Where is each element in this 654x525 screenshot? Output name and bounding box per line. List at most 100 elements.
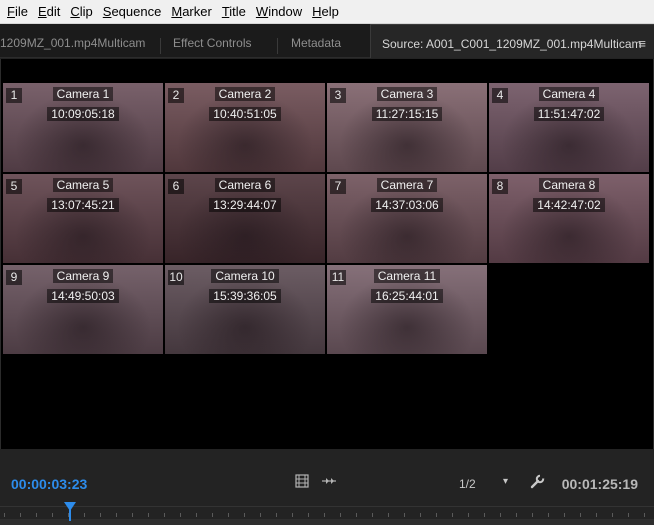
multicam-grid: 1 Camera 1 10:09:05:18 2 Camera 2 10:40:51:05… xyxy=(3,83,649,357)
camera-name: Camera 1 xyxy=(3,87,163,102)
panel-menu-icon[interactable]: ≡ xyxy=(638,24,646,64)
camera-angle-11[interactable]: 11 Camera 11 16:25:44:01 xyxy=(327,265,487,354)
ruler-tick xyxy=(484,513,485,517)
menu-file-label: ile xyxy=(14,3,28,19)
menu-bar: File Edit Clip Sequence Marker Title Win… xyxy=(0,0,654,24)
ruler-tick xyxy=(212,513,213,517)
ruler-tick xyxy=(420,513,421,517)
menu-marker-label: arker xyxy=(182,3,212,19)
camera-angle-10[interactable]: 10 Camera 10 15:39:36:05 xyxy=(165,265,325,354)
camera-timecode-text: 11:27:15:15 xyxy=(371,107,443,121)
ruler-tick xyxy=(516,513,517,517)
camera-timecode: 14:37:03:06 xyxy=(327,198,487,213)
camera-name-text: Camera 8 xyxy=(538,178,600,192)
ruler-tick xyxy=(228,513,229,517)
menu-sequence[interactable]: Sequence xyxy=(98,0,167,24)
ruler-tick xyxy=(596,513,597,517)
camera-timecode-text: 10:09:05:18 xyxy=(47,107,119,121)
playback-resolution-select[interactable]: 1/2 xyxy=(459,477,476,491)
camera-angle-6[interactable]: 6 Camera 6 13:29:44:07 xyxy=(165,174,325,263)
playhead-timecode[interactable]: 00:00:03:23 xyxy=(11,476,87,492)
camera-name-text: Camera 6 xyxy=(214,178,276,192)
ruler-tick xyxy=(580,513,581,517)
menu-clip-accel: C xyxy=(70,3,80,19)
camera-angle-4[interactable]: 4 Camera 4 11:51:47:02 xyxy=(489,83,649,172)
ruler-tick xyxy=(340,513,341,517)
camera-name: Camera 2 xyxy=(165,87,325,102)
ruler-tick xyxy=(20,513,21,517)
tab-metadata[interactable]: Metadata xyxy=(291,24,351,58)
playhead-line xyxy=(69,509,71,521)
menu-help[interactable]: Help xyxy=(307,0,344,24)
menu-window-accel: W xyxy=(255,3,269,19)
ruler-tick xyxy=(4,513,5,517)
camera-timecode-text: 13:29:44:07 xyxy=(209,198,281,212)
camera-name-text: Camera 11 xyxy=(373,269,441,283)
menu-clip-label: lip xyxy=(79,3,93,19)
tab-separator xyxy=(160,38,161,54)
camera-timecode: 13:29:44:07 xyxy=(165,198,325,213)
menu-marker[interactable]: Marker xyxy=(166,0,216,24)
camera-timecode-text: 10:40:51:05 xyxy=(209,107,281,121)
menu-window[interactable]: Window xyxy=(251,0,307,24)
camera-angle-5[interactable]: 5 Camera 5 13:07:45:21 xyxy=(3,174,163,263)
camera-angle-7[interactable]: 7 Camera 7 14:37:03:06 xyxy=(327,174,487,263)
camera-angle-8[interactable]: 8 Camera 8 14:42:47:02 xyxy=(489,174,649,263)
menu-file-accel: F xyxy=(7,3,15,19)
camera-timecode-text: 14:49:50:03 xyxy=(47,289,119,303)
camera-name: Camera 7 xyxy=(327,178,487,193)
menu-title[interactable]: Title xyxy=(217,0,251,24)
menu-window-label: indow xyxy=(268,3,303,19)
camera-timecode: 11:51:47:02 xyxy=(489,107,649,122)
menu-file[interactable]: File xyxy=(2,0,33,24)
menu-marker-accel: M xyxy=(171,3,183,19)
ruler-tick xyxy=(116,513,117,517)
camera-angle-2[interactable]: 2 Camera 2 10:40:51:05 xyxy=(165,83,325,172)
tab-source-monitor[interactable]: Source: A001_C001_1209MZ_001.mp4Multicam xyxy=(370,24,654,58)
tab-multicam-sequence[interactable]: 1209MZ_001.mp4Multicam xyxy=(0,24,148,58)
wrench-icon[interactable] xyxy=(528,474,546,492)
film-strip-icon[interactable] xyxy=(293,474,311,492)
tab-effect-controls[interactable]: Effect Controls xyxy=(173,24,263,58)
ruler-tick xyxy=(324,513,325,517)
camera-name: Camera 11 xyxy=(327,269,487,284)
camera-timecode: 15:39:36:05 xyxy=(165,289,325,304)
ruler-tick xyxy=(132,513,133,517)
camera-name: Camera 6 xyxy=(165,178,325,193)
camera-name: Camera 3 xyxy=(327,87,487,102)
camera-timecode-text: 16:25:44:01 xyxy=(371,289,443,303)
camera-timecode: 16:25:44:01 xyxy=(327,289,487,304)
menu-edit-label: dit xyxy=(46,3,61,19)
camera-timecode-text: 13:07:45:21 xyxy=(47,198,119,212)
camera-name-text: Camera 3 xyxy=(376,87,438,101)
camera-angle-9[interactable]: 9 Camera 9 14:49:50:03 xyxy=(3,265,163,354)
play-markers-icon[interactable] xyxy=(320,474,338,492)
camera-angle-3[interactable]: 3 Camera 3 11:27:15:15 xyxy=(327,83,487,172)
ruler-tick xyxy=(356,513,357,517)
ruler-tick xyxy=(468,513,469,517)
source-monitor-viewer[interactable]: 1 Camera 1 10:09:05:18 2 Camera 2 10:40:51:05… xyxy=(0,59,654,449)
ruler-tick xyxy=(532,513,533,517)
menu-help-accel: H xyxy=(312,3,322,19)
chevron-down-icon[interactable]: ▾ xyxy=(503,476,508,487)
menu-edit[interactable]: Edit xyxy=(33,0,65,24)
menu-sequence-label: equence xyxy=(111,3,162,19)
camera-name-text: Camera 10 xyxy=(211,269,279,283)
camera-name-text: Camera 4 xyxy=(538,87,600,101)
ruler-tick xyxy=(276,513,277,517)
menu-help-label: elp xyxy=(321,3,339,19)
time-ruler[interactable] xyxy=(0,506,654,525)
ruler-tick xyxy=(260,513,261,517)
camera-timecode: 13:07:45:21 xyxy=(3,198,163,213)
ruler-tick xyxy=(196,513,197,517)
tab-source-label: Source: A001_C001_1209MZ_001.mp4Multicam xyxy=(382,37,642,51)
camera-angle-1[interactable]: 1 Camera 1 10:09:05:18 xyxy=(3,83,163,172)
camera-name: Camera 9 xyxy=(3,269,163,284)
ruler-tick xyxy=(644,513,645,517)
menu-clip[interactable]: Clip xyxy=(65,0,97,24)
ruler-tick xyxy=(244,513,245,517)
ruler-tick xyxy=(500,513,501,517)
ruler-tick xyxy=(436,513,437,517)
menu-edit-accel: E xyxy=(37,3,47,19)
scroll-track[interactable] xyxy=(0,519,654,525)
